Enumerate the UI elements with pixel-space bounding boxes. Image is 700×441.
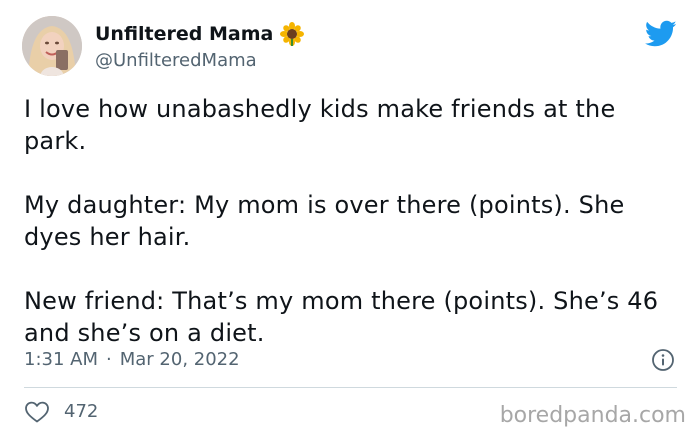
like-action[interactable]: 472 <box>24 400 98 424</box>
avatar[interactable] <box>22 16 82 76</box>
sunflower-icon <box>280 22 305 46</box>
heart-icon[interactable] <box>24 400 50 424</box>
tweet-paragraph: My daughter: My mom is over there (point… <box>24 191 625 251</box>
author-name-row[interactable]: Unfiltered Mama <box>95 22 305 46</box>
author-handle[interactable]: @UnfilteredMama <box>95 50 257 72</box>
display-name[interactable]: Unfiltered Mama <box>95 22 273 46</box>
tweet-paragraph: New friend: That’s my mom there (points)… <box>24 287 659 347</box>
tweet-date[interactable]: Mar 20, 2022 <box>120 348 240 372</box>
like-count: 472 <box>64 401 99 422</box>
timestamp-separator: · <box>106 349 112 370</box>
tweet-timestamp[interactable]: 1:31 AM · Mar 20, 2022 <box>24 348 240 372</box>
tweet-paragraph: I love how unabashedly kids make friends… <box>24 95 616 155</box>
watermark: boredpanda.com <box>499 403 686 428</box>
info-icon[interactable] <box>651 348 675 372</box>
divider <box>24 387 677 388</box>
tweet-text: I love how unabashedly kids make friends… <box>24 93 674 349</box>
twitter-bird-icon[interactable] <box>644 20 677 48</box>
tweet-time[interactable]: 1:31 AM <box>24 348 98 372</box>
